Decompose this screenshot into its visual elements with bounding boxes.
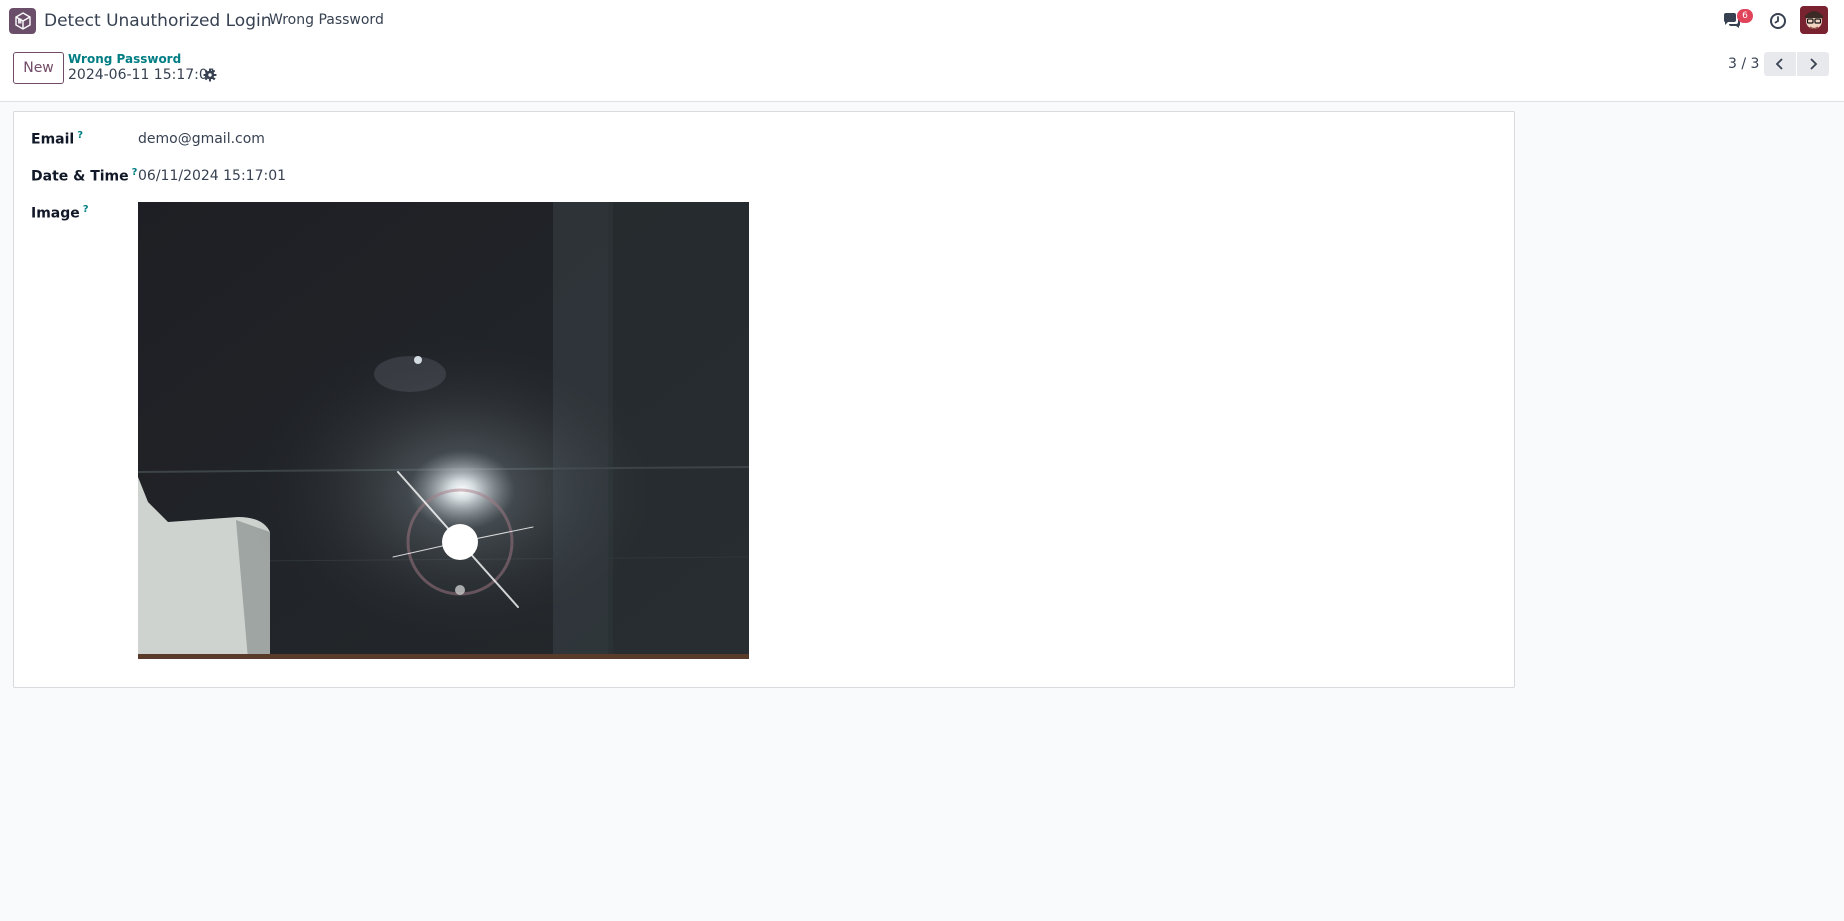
pager-previous-button[interactable] [1764,52,1796,76]
new-button[interactable]: New [13,52,64,84]
chevron-right-icon [1810,58,1818,70]
help-tooltip-icon[interactable]: ? [77,130,83,141]
pager-next-button[interactable] [1797,52,1829,76]
user-avatar[interactable] [1800,6,1828,34]
control-panel: New Wrong Password 2024-06-11 15:17:01 3… [0,42,1844,102]
help-tooltip-icon[interactable]: ? [132,167,138,178]
app-title[interactable]: Detect Unauthorized Login [44,11,272,31]
messages-badge: 6 [1737,9,1753,23]
email-value[interactable]: demo@gmail.com [138,131,265,147]
menu-item-wrong-password[interactable]: Wrong Password [269,12,384,28]
form-sheet: Email? demo@gmail.com Date & Time? 06/11… [13,111,1515,688]
image-label: Image? [31,204,89,222]
datetime-label: Date & Time? [31,167,138,185]
datetime-value[interactable]: 06/11/2024 15:17:01 [138,168,286,184]
captured-image[interactable] [138,202,749,659]
gear-icon[interactable] [203,68,217,82]
breadcrumb-wrong-password[interactable]: Wrong Password [68,52,181,66]
help-tooltip-icon[interactable]: ? [83,204,89,215]
record-title: 2024-06-11 15:17:01 [68,67,217,83]
email-label: Email? [31,130,84,148]
pager-value[interactable]: 3 / 3 [1728,56,1759,72]
chevron-left-icon [1775,58,1783,70]
clock-icon[interactable] [1769,12,1787,30]
top-navbar: Detect Unauthorized Login Wrong Password… [0,0,1844,42]
app-logo-icon[interactable] [9,8,36,34]
